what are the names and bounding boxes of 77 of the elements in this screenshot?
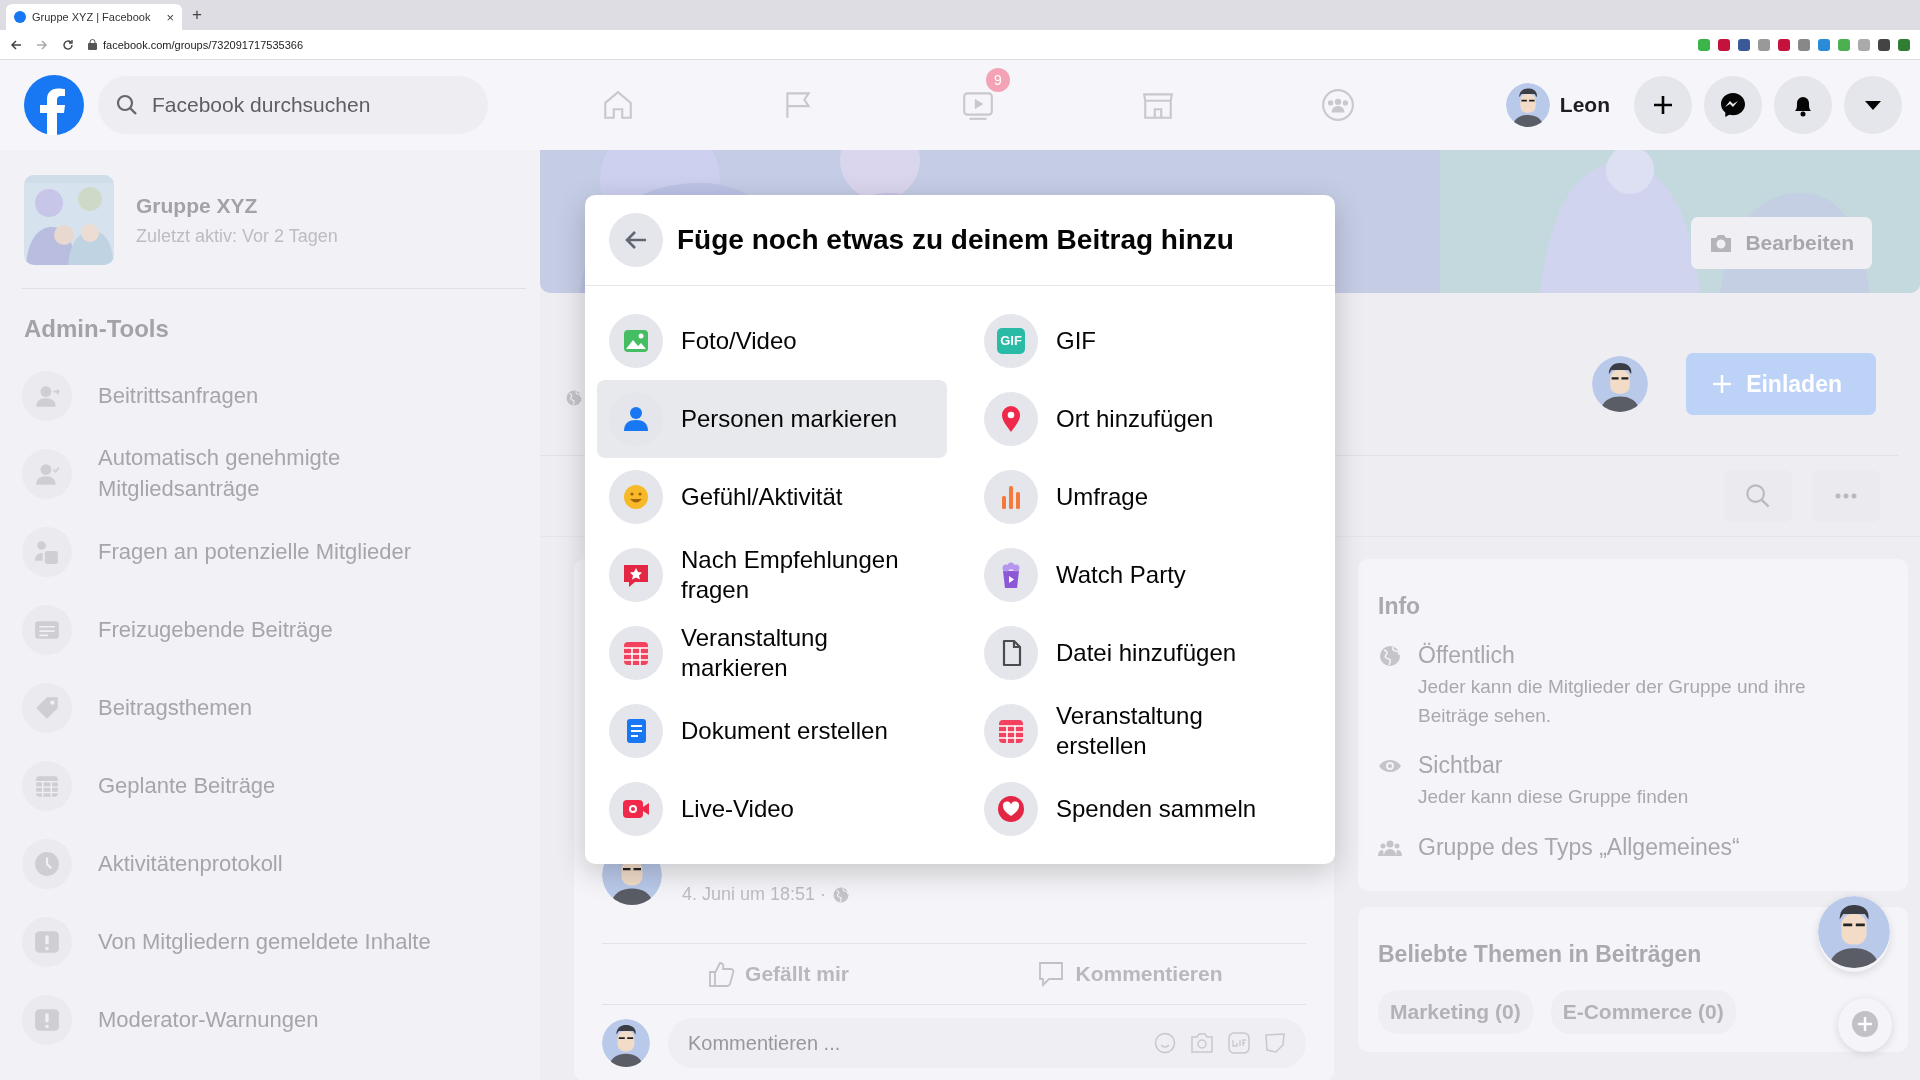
extension-icon[interactable] <box>1738 38 1750 51</box>
groups-icon[interactable] <box>1321 88 1355 122</box>
option-item[interactable]: Personen markieren <box>597 380 947 458</box>
more-icon <box>1835 493 1857 499</box>
option-item[interactable]: Veranstaltung markieren <box>597 614 947 692</box>
person-add-icon <box>34 383 60 409</box>
plus-icon <box>1850 1010 1880 1040</box>
info-title: Gruppe des Typs „Allgemeines“ <box>1418 833 1740 861</box>
option-item[interactable]: Umfrage <box>972 458 1322 536</box>
extension-icon[interactable] <box>1778 38 1790 51</box>
search-icon <box>116 94 138 116</box>
facebook-logo[interactable] <box>24 75 84 135</box>
card-title: Info <box>1378 593 1421 620</box>
extension-icon[interactable] <box>1878 38 1890 51</box>
person-question-icon <box>34 539 60 565</box>
info-text: Jeder kann die Mitglieder der Gruppe und ihre Beiträge sehen. <box>1418 675 1807 728</box>
gif-icon[interactable] <box>1228 1032 1250 1054</box>
gif-icon: GIF <box>997 327 1025 355</box>
person-check-icon <box>34 461 60 487</box>
globe-icon <box>832 885 851 904</box>
info-title: Öffentlich <box>1418 642 1516 669</box>
option-item[interactable]: Datei hinzufügen <box>972 614 1322 692</box>
feeling-icon <box>621 482 651 512</box>
extension-icon[interactable] <box>1898 38 1910 51</box>
card-title: Beliebte Themen in Beiträgen <box>1378 940 1702 968</box>
calendar-icon <box>34 773 60 799</box>
option-item[interactable]: GIF GIF <box>972 302 1322 380</box>
caret-icon <box>1864 99 1882 111</box>
tag-icon <box>34 695 60 721</box>
messenger-icon <box>1720 92 1746 118</box>
fundraiser-icon <box>996 794 1026 824</box>
new-tab-button[interactable]: + <box>192 5 202 25</box>
speech-bubble-icon <box>1037 960 1066 988</box>
plus-icon <box>1652 94 1674 116</box>
thumbs-up-icon <box>707 960 736 988</box>
plus-icon <box>1712 374 1733 394</box>
option-item[interactable]: Spenden sammeln <box>972 770 1322 848</box>
info-title: Sichtbar <box>1418 752 1504 779</box>
camera-icon <box>1709 233 1734 253</box>
option-item[interactable]: Live-Video <box>597 770 947 848</box>
alert-icon <box>34 1007 60 1033</box>
dialog-title: Füge noch etwas zu deinem Beitrag hinzu <box>677 224 1234 256</box>
globe-icon <box>1378 644 1402 668</box>
section-title: Admin-Tools <box>24 315 170 343</box>
back-icon[interactable] <box>10 38 22 51</box>
search-icon <box>1745 483 1771 509</box>
info-text: Jeder kann diese Gruppe finden <box>1418 785 1689 809</box>
option-item[interactable]: Foto/Video <box>597 302 947 380</box>
tag-person-icon <box>621 404 651 434</box>
clock-icon <box>34 851 60 877</box>
globe-icon <box>565 389 583 407</box>
address-bar[interactable]: facebook.com/groups/732091717535366 <box>103 38 303 51</box>
lock-icon <box>88 39 97 50</box>
profile-button[interactable]: Leon <box>1501 79 1622 131</box>
user-avatar <box>602 1019 650 1067</box>
alert-icon <box>34 929 60 955</box>
sticker-icon[interactable] <box>1264 1032 1286 1054</box>
member-avatar <box>1592 356 1649 412</box>
avatar <box>1505 83 1550 127</box>
search-field[interactable]: Facebook durchsuchen <box>98 76 488 134</box>
option-item[interactable]: Ort hinzufügen <box>972 380 1322 458</box>
camera-icon[interactable] <box>1190 1032 1214 1054</box>
browser-tab[interactable]: Gruppe XYZ | Facebook × <box>6 4 182 30</box>
back-arrow-icon <box>625 230 647 250</box>
notification-badge: 9 <box>986 68 1010 92</box>
option-item[interactable]: Watch Party <box>972 536 1322 614</box>
option-item[interactable]: Gefühl/Aktivität <box>597 458 947 536</box>
extension-icon[interactable] <box>1718 38 1730 51</box>
home-icon[interactable] <box>601 88 635 122</box>
contact-avatar <box>1818 896 1890 968</box>
forward-icon[interactable] <box>36 38 48 51</box>
smiley-icon[interactable] <box>1154 1032 1176 1054</box>
back-button[interactable] <box>609 213 663 267</box>
option-item[interactable]: Dokument erstellen <box>597 692 947 770</box>
reload-icon[interactable] <box>62 38 74 51</box>
option-item[interactable]: Nach Empfehlungen fragen <box>597 536 947 614</box>
option-item[interactable]: Veranstaltung erstellen <box>972 692 1322 770</box>
